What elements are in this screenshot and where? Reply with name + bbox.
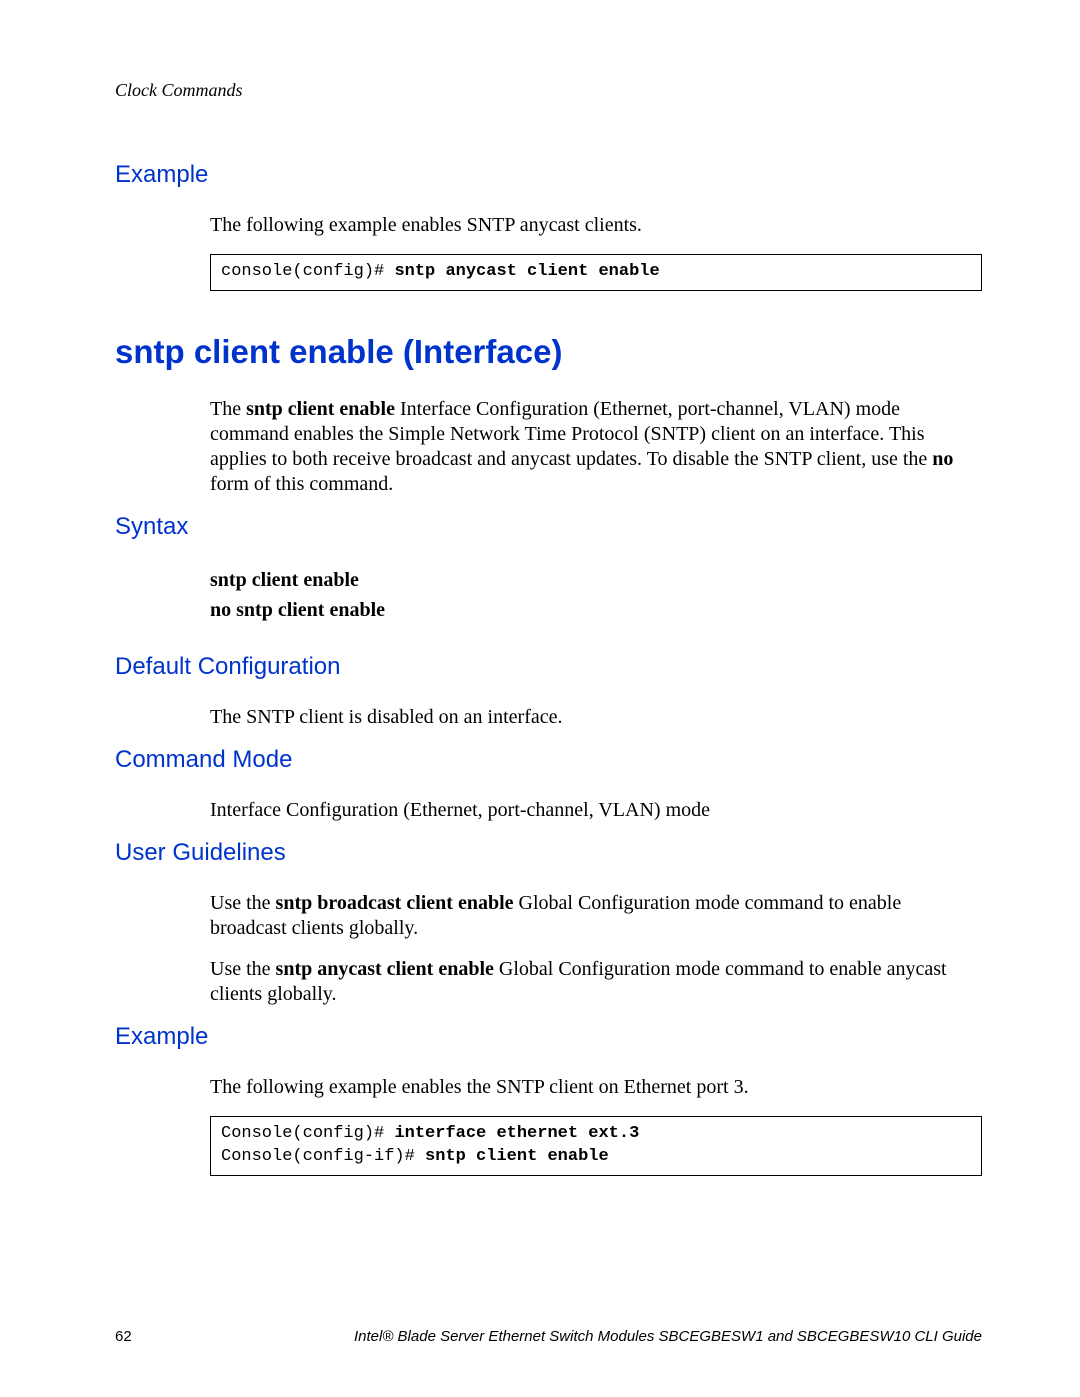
heading-user-guidelines: User Guidelines xyxy=(115,839,982,867)
example-top-para: The following example enables SNTP anyca… xyxy=(210,213,982,238)
intro-post: form of this command. xyxy=(210,473,393,495)
code-command-b2: sntp client enable xyxy=(425,1147,609,1166)
syntax-line-1: sntp client enable xyxy=(210,565,982,595)
code-box-top: console(config)# sntp anycast client ena… xyxy=(210,254,982,291)
running-header: Clock Commands xyxy=(115,80,982,101)
syntax-line-2: no sntp client enable xyxy=(210,595,982,625)
page-footer: 62 Intel® Blade Server Ethernet Switch M… xyxy=(115,1328,982,1345)
intro-para: The sntp client enable Interface Configu… xyxy=(210,397,982,497)
code-command-b1: interface ethernet ext.3 xyxy=(394,1124,639,1143)
intro-bold-2: no xyxy=(932,448,953,470)
guidelines-para-1: Use the sntp broadcast client enable Glo… xyxy=(210,891,982,941)
intro-pre: The xyxy=(210,398,246,420)
heading-main-title: sntp client enable (Interface) xyxy=(115,333,982,371)
heading-command-mode: Command Mode xyxy=(115,746,982,774)
user-guidelines-body: Use the sntp broadcast client enable Glo… xyxy=(210,891,982,1007)
default-config-body: The SNTP client is disabled on an interf… xyxy=(210,705,982,730)
command-mode-body: Interface Configuration (Ethernet, port-… xyxy=(210,798,982,823)
example-top-body: The following example enables SNTP anyca… xyxy=(210,213,982,291)
g1-bold: sntp broadcast client enable xyxy=(276,892,514,914)
code-command: sntp anycast client enable xyxy=(394,262,659,281)
guidelines-para-2: Use the sntp anycast client enable Globa… xyxy=(210,957,982,1007)
command-mode-para: Interface Configuration (Ethernet, port-… xyxy=(210,798,982,823)
page-number: 62 xyxy=(115,1328,132,1345)
default-config-para: The SNTP client is disabled on an interf… xyxy=(210,705,982,730)
heading-example-top: Example xyxy=(115,161,982,189)
g2-bold: sntp anycast client enable xyxy=(276,958,494,980)
code-prompt: console(config)# xyxy=(221,262,394,281)
footer-doc-title: Intel® Blade Server Ethernet Switch Modu… xyxy=(354,1328,982,1345)
heading-default-config: Default Configuration xyxy=(115,653,982,681)
syntax-body: sntp client enable no sntp client enable xyxy=(210,565,982,625)
example-bottom-para: The following example enables the SNTP c… xyxy=(210,1075,982,1100)
g1-pre: Use the xyxy=(210,892,276,914)
code-prompt-b2: Console(config-if)# xyxy=(221,1147,425,1166)
example-bottom-body: The following example enables the SNTP c… xyxy=(210,1075,982,1176)
heading-example-bottom: Example xyxy=(115,1023,982,1051)
heading-syntax: Syntax xyxy=(115,513,982,541)
intro-bold-1: sntp client enable xyxy=(246,398,395,420)
document-page: Clock Commands Example The following exa… xyxy=(0,0,1080,1397)
code-box-bottom: Console(config)# interface ethernet ext.… xyxy=(210,1116,982,1176)
code-prompt-b1: Console(config)# xyxy=(221,1124,394,1143)
g2-pre: Use the xyxy=(210,958,276,980)
intro-body: The sntp client enable Interface Configu… xyxy=(210,397,982,497)
